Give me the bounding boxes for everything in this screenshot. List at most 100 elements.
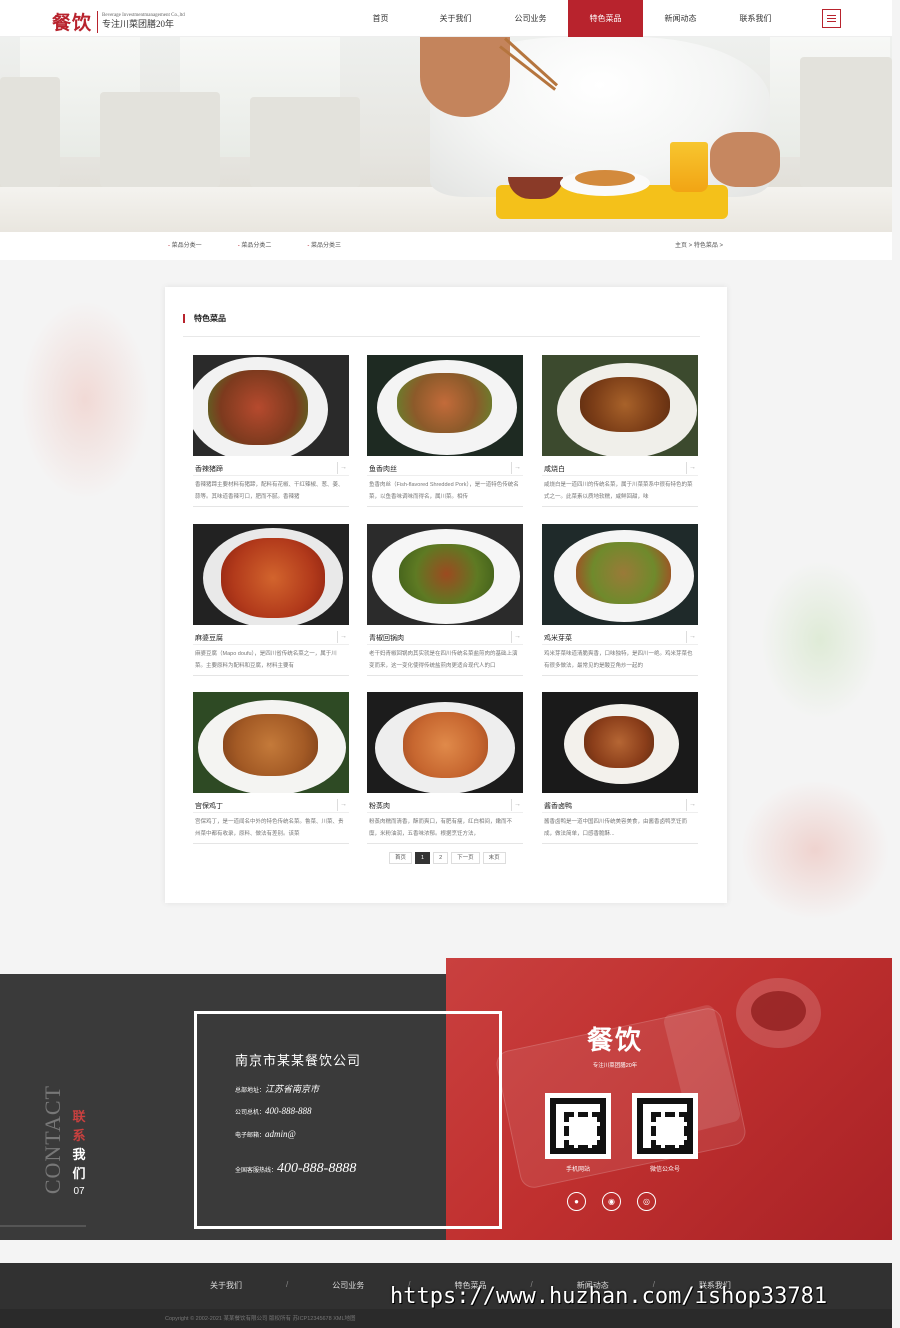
nav-about[interactable]: 关于我们 xyxy=(418,0,493,37)
email-label: 电子邮箱： xyxy=(235,1133,266,1139)
nav-dishes[interactable]: 特色菜品 xyxy=(568,0,643,37)
page-last[interactable]: 末页 xyxy=(482,852,506,864)
product-image[interactable] xyxy=(367,355,523,456)
product-name-row: 宫保鸡丁 → xyxy=(193,799,349,813)
page-number[interactable]: 2 xyxy=(433,852,449,864)
product-name[interactable]: 香辣猪蹄 xyxy=(195,464,223,474)
category-link[interactable]: 菜品分类三 xyxy=(307,232,341,260)
hamburger-icon[interactable] xyxy=(822,9,841,28)
product-name-row: 粉蒸肉 → xyxy=(367,799,523,813)
product-divider xyxy=(542,843,698,844)
site-logo[interactable]: 餐饮 Beverage Investmentmanagement Co.,ltd… xyxy=(52,8,185,35)
page-next[interactable]: 下一页 xyxy=(451,852,480,864)
pagination: 首页 1 2 下一页 末页 xyxy=(389,852,506,864)
product-name[interactable]: 酱香卤鸭 xyxy=(544,801,572,811)
product-name[interactable]: 鸡米芽菜 xyxy=(544,633,572,643)
logo-text: Beverage Investmentmanagement Co.,ltd 专注… xyxy=(102,13,185,30)
arrow-right-icon[interactable]: → xyxy=(511,462,523,474)
product-image[interactable] xyxy=(367,692,523,793)
contact-section: 南京市某某餐饮公司 总部地址：江苏省南京市 公司总机：400-888-888 电… xyxy=(0,958,892,1240)
product-description: 香辣猪蹄主要材料有猪蹄，配料有花椒、干红辣椒、葱、姜、蒜等。其味道香辣可口，肥而… xyxy=(195,482,344,500)
product-divider xyxy=(193,843,349,844)
footer-separator: / xyxy=(286,1280,289,1289)
product-item[interactable]: 鸡米芽菜 → 鸡米芽菜味道清脆爽香，口味独特，是四川一绝。鸡米芽菜也有很多做法，… xyxy=(542,524,698,676)
chair-shape xyxy=(800,57,892,187)
product-description: 咸烧白是一道四川的传统名菜，属于川菜菜系中很有特色的菜式之一。此菜素以质地软糯，… xyxy=(544,482,693,500)
contact-char: 系 xyxy=(72,1129,86,1144)
product-item[interactable]: 酱香卤鸭 → 酱香卤鸭是一道中国四川传统美容美食，由酱香卤鸭烹饪而成，做法简单，… xyxy=(542,692,698,844)
product-name-row: 香辣猪蹄 → xyxy=(193,462,349,476)
product-divider xyxy=(193,675,349,676)
product-divider xyxy=(367,675,523,676)
hotline-label: 全国客服热线： xyxy=(235,1168,278,1174)
category-link[interactable]: 菜品分类一 xyxy=(168,232,202,260)
product-name[interactable]: 粉蒸肉 xyxy=(369,801,390,811)
nav-home[interactable]: 首页 xyxy=(343,0,418,37)
page-first[interactable]: 首页 xyxy=(389,852,413,864)
watermark-text: https://www.huzhan.com/ishop33781 xyxy=(390,1284,828,1309)
nav-business[interactable]: 公司业务 xyxy=(493,0,568,37)
qq-icon[interactable]: ● xyxy=(567,1192,586,1211)
product-description: 鸡米芽菜味道清脆爽香，口味独特，是四川一绝。鸡米芽菜也有很多做法，最常见的是酸豆… xyxy=(544,651,693,669)
product-image[interactable] xyxy=(193,692,349,793)
breadcrumb[interactable]: 主页 > 特色菜品 > xyxy=(675,232,723,260)
arrow-right-icon[interactable]: → xyxy=(511,631,523,643)
product-divider xyxy=(367,843,523,844)
category-link[interactable]: 菜品分类二 xyxy=(238,232,271,260)
address-value: 江苏省南京市 xyxy=(265,1084,320,1094)
product-image[interactable] xyxy=(542,355,698,456)
product-item[interactable]: 青椒回锅肉 → 老干妈青椒回锅肉其实就是在四川传统名菜盐煎肉的基础上演变而来，这… xyxy=(367,524,523,676)
footer-link-business[interactable]: 公司业务 xyxy=(332,1280,364,1291)
product-description: 老干妈青椒回锅肉其实就是在四川传统名菜盐煎肉的基础上演变而来，这一变化使得传统盐… xyxy=(369,651,518,669)
arrow-right-icon[interactable]: → xyxy=(511,799,523,811)
product-name[interactable]: 青椒回锅肉 xyxy=(369,633,404,643)
product-name-row: 酱香卤鸭 → xyxy=(542,799,698,813)
product-description: 鱼香肉丝（Fish-flavored Shredded Pork），是一道特色传… xyxy=(369,482,519,500)
product-description: 粉蒸肉糯而清香，酥而爽口，有肥有瘦，红白相间，嫩而不糜，米粉油润，五香味浓郁。根… xyxy=(369,819,513,837)
arrow-right-icon[interactable]: → xyxy=(686,462,698,474)
product-name[interactable]: 宫保鸡丁 xyxy=(195,801,223,811)
arrow-right-icon[interactable]: → xyxy=(686,799,698,811)
contact-char: 联 xyxy=(72,1110,86,1125)
nav-contact[interactable]: 联系我们 xyxy=(718,0,793,37)
product-image[interactable] xyxy=(542,692,698,793)
weibo-icon[interactable]: ◎ xyxy=(637,1192,656,1211)
product-name[interactable]: 咸烧白 xyxy=(544,464,565,474)
pepper-decoration xyxy=(740,780,890,920)
product-description: 酱香卤鸭是一道中国四川传统美容美食，由酱香卤鸭烹饪而成，做法简单，口感香脆酥..… xyxy=(544,819,688,837)
qr-code-wechat xyxy=(632,1093,698,1159)
product-card: 特色菜品 香辣猪蹄 → 香辣猪蹄主要材料有猪蹄，配料有花椒、干红辣椒、葱、姜、蒜… xyxy=(165,287,727,903)
page-number[interactable]: 1 xyxy=(415,852,431,864)
product-name-row: 鱼香肉丝 → xyxy=(367,462,523,476)
product-divider xyxy=(542,506,698,507)
qr-mobile-label: 手机网站 xyxy=(565,1167,590,1173)
arrow-right-icon[interactable]: → xyxy=(337,799,349,811)
footer-link-about[interactable]: 关于我们 xyxy=(210,1280,242,1291)
product-item[interactable]: 咸烧白 → 咸烧白是一道四川的传统名菜，属于川菜菜系中很有特色的菜式之一。此菜素… xyxy=(542,355,698,507)
product-image[interactable] xyxy=(193,355,349,456)
wechat-icon[interactable]: ◉ xyxy=(602,1192,621,1211)
contact-info-box: 南京市某某餐饮公司 总部地址：江苏省南京市 公司总机：400-888-888 电… xyxy=(194,1011,502,1229)
product-image[interactable] xyxy=(542,524,698,625)
product-item[interactable]: 鱼香肉丝 → 鱼香肉丝（Fish-flavored Shredded Pork）… xyxy=(367,355,523,507)
product-item[interactable]: 麻婆豆腐 → 麻婆豆腐（Mapo doufu），是四川省传统名菜之一，属于川菜。… xyxy=(193,524,349,676)
section-title: 特色菜品 xyxy=(183,314,226,323)
product-item[interactable]: 香辣猪蹄 → 香辣猪蹄主要材料有猪蹄，配料有花椒、干红辣椒、葱、姜、蒜等。其味道… xyxy=(193,355,349,507)
product-name[interactable]: 麻婆豆腐 xyxy=(195,633,223,643)
contact-chinese-title: 联 系 我 们 07 xyxy=(68,1108,90,1197)
arrow-right-icon[interactable]: → xyxy=(686,631,698,643)
address-row: 总部地址：江苏省南京市 xyxy=(235,1082,319,1095)
product-name-row: 鸡米芽菜 → xyxy=(542,631,698,645)
product-name[interactable]: 鱼香肉丝 xyxy=(369,464,397,474)
title-divider xyxy=(183,336,700,337)
logo-divider xyxy=(97,10,99,33)
email-value[interactable]: admin@ xyxy=(265,1129,296,1139)
product-item[interactable]: 粉蒸肉 → 粉蒸肉糯而清香，酥而爽口，有肥有瘦，红白相间，嫩而不糜，米粉油润，五… xyxy=(367,692,523,844)
arrow-right-icon[interactable]: → xyxy=(337,631,349,643)
logo-english: Beverage Investmentmanagement Co.,ltd xyxy=(102,12,185,18)
product-image[interactable] xyxy=(367,524,523,625)
product-item[interactable]: 宫保鸡丁 → 宫保鸡丁，是一道闻名中外的特色传统名菜。鲁菜、川菜、贵州菜中都有收… xyxy=(193,692,349,844)
nav-news[interactable]: 新闻动态 xyxy=(643,0,718,37)
arrow-right-icon[interactable]: → xyxy=(337,462,349,474)
product-image[interactable] xyxy=(193,524,349,625)
